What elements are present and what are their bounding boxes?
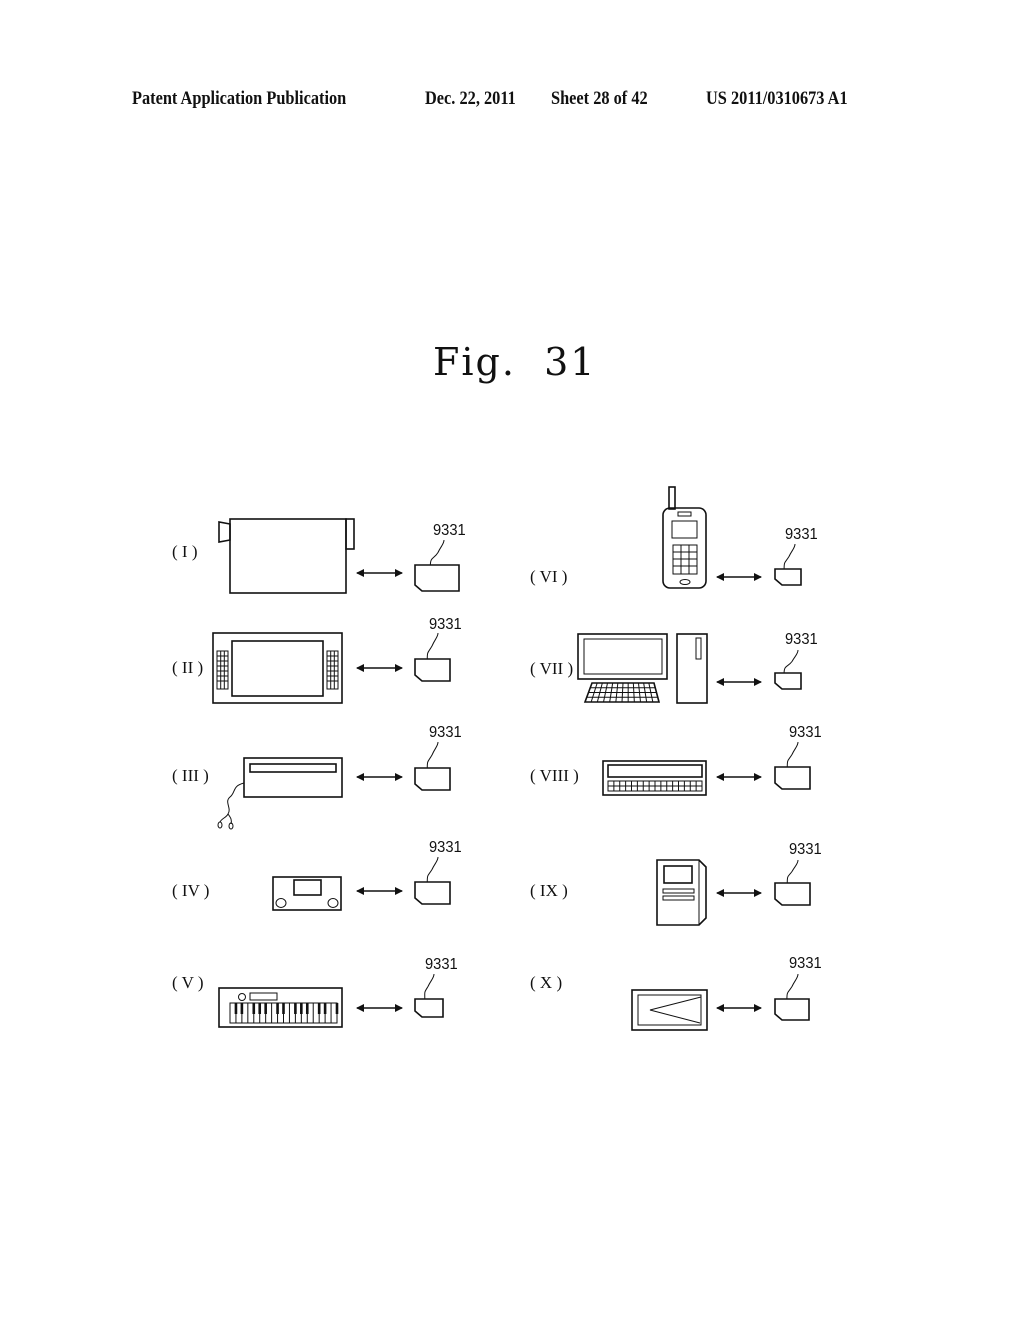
game-console-icon: [212, 632, 343, 704]
memory-card-icon: [774, 859, 811, 906]
leader-line: [786, 741, 799, 768]
leader-line: [783, 543, 796, 570]
memory-cards: [414, 539, 811, 1021]
figure-drawing: [212, 486, 811, 1031]
memory-card-icon: [774, 543, 802, 586]
terminal-icon: [656, 859, 707, 926]
memory-card-icon: [414, 539, 460, 592]
leader-line: [786, 973, 799, 1000]
leader-line: [426, 741, 439, 769]
desktop-computer-icon: [577, 633, 708, 704]
memory-card-icon: [414, 632, 451, 682]
audio-player-icon: [272, 876, 342, 911]
mp3-player-icon: [217, 757, 343, 830]
memory-card-icon: [414, 741, 451, 791]
memory-card-icon: [414, 973, 444, 1018]
memory-card-icon: [774, 973, 810, 1021]
camcorder-icon: [218, 518, 355, 594]
memory-card-icon: [774, 649, 802, 690]
memory-card-icon: [774, 741, 811, 790]
leader-line: [424, 973, 435, 1000]
photo-frame-icon: [631, 989, 708, 1031]
leader-line: [429, 539, 445, 566]
memory-card-icon: [414, 856, 451, 905]
leader-line: [426, 632, 439, 660]
leader-line: [786, 859, 799, 884]
pda-device-icon: [602, 760, 707, 796]
leader-line: [426, 856, 439, 883]
mobile-phone-icon: [662, 486, 707, 589]
electronic-keyboard-icon: [218, 987, 343, 1028]
leader-line: [783, 649, 799, 674]
